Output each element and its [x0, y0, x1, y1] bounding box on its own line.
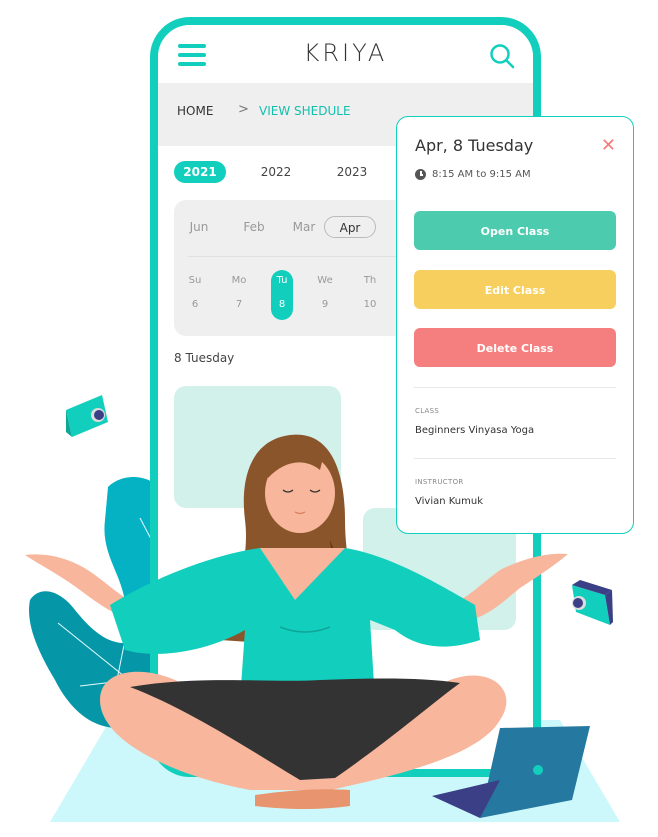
right-arm: [460, 553, 568, 620]
camera-icon: [572, 580, 613, 625]
yoga-woman-illustration: [25, 395, 613, 818]
camera-icon: [66, 395, 108, 437]
